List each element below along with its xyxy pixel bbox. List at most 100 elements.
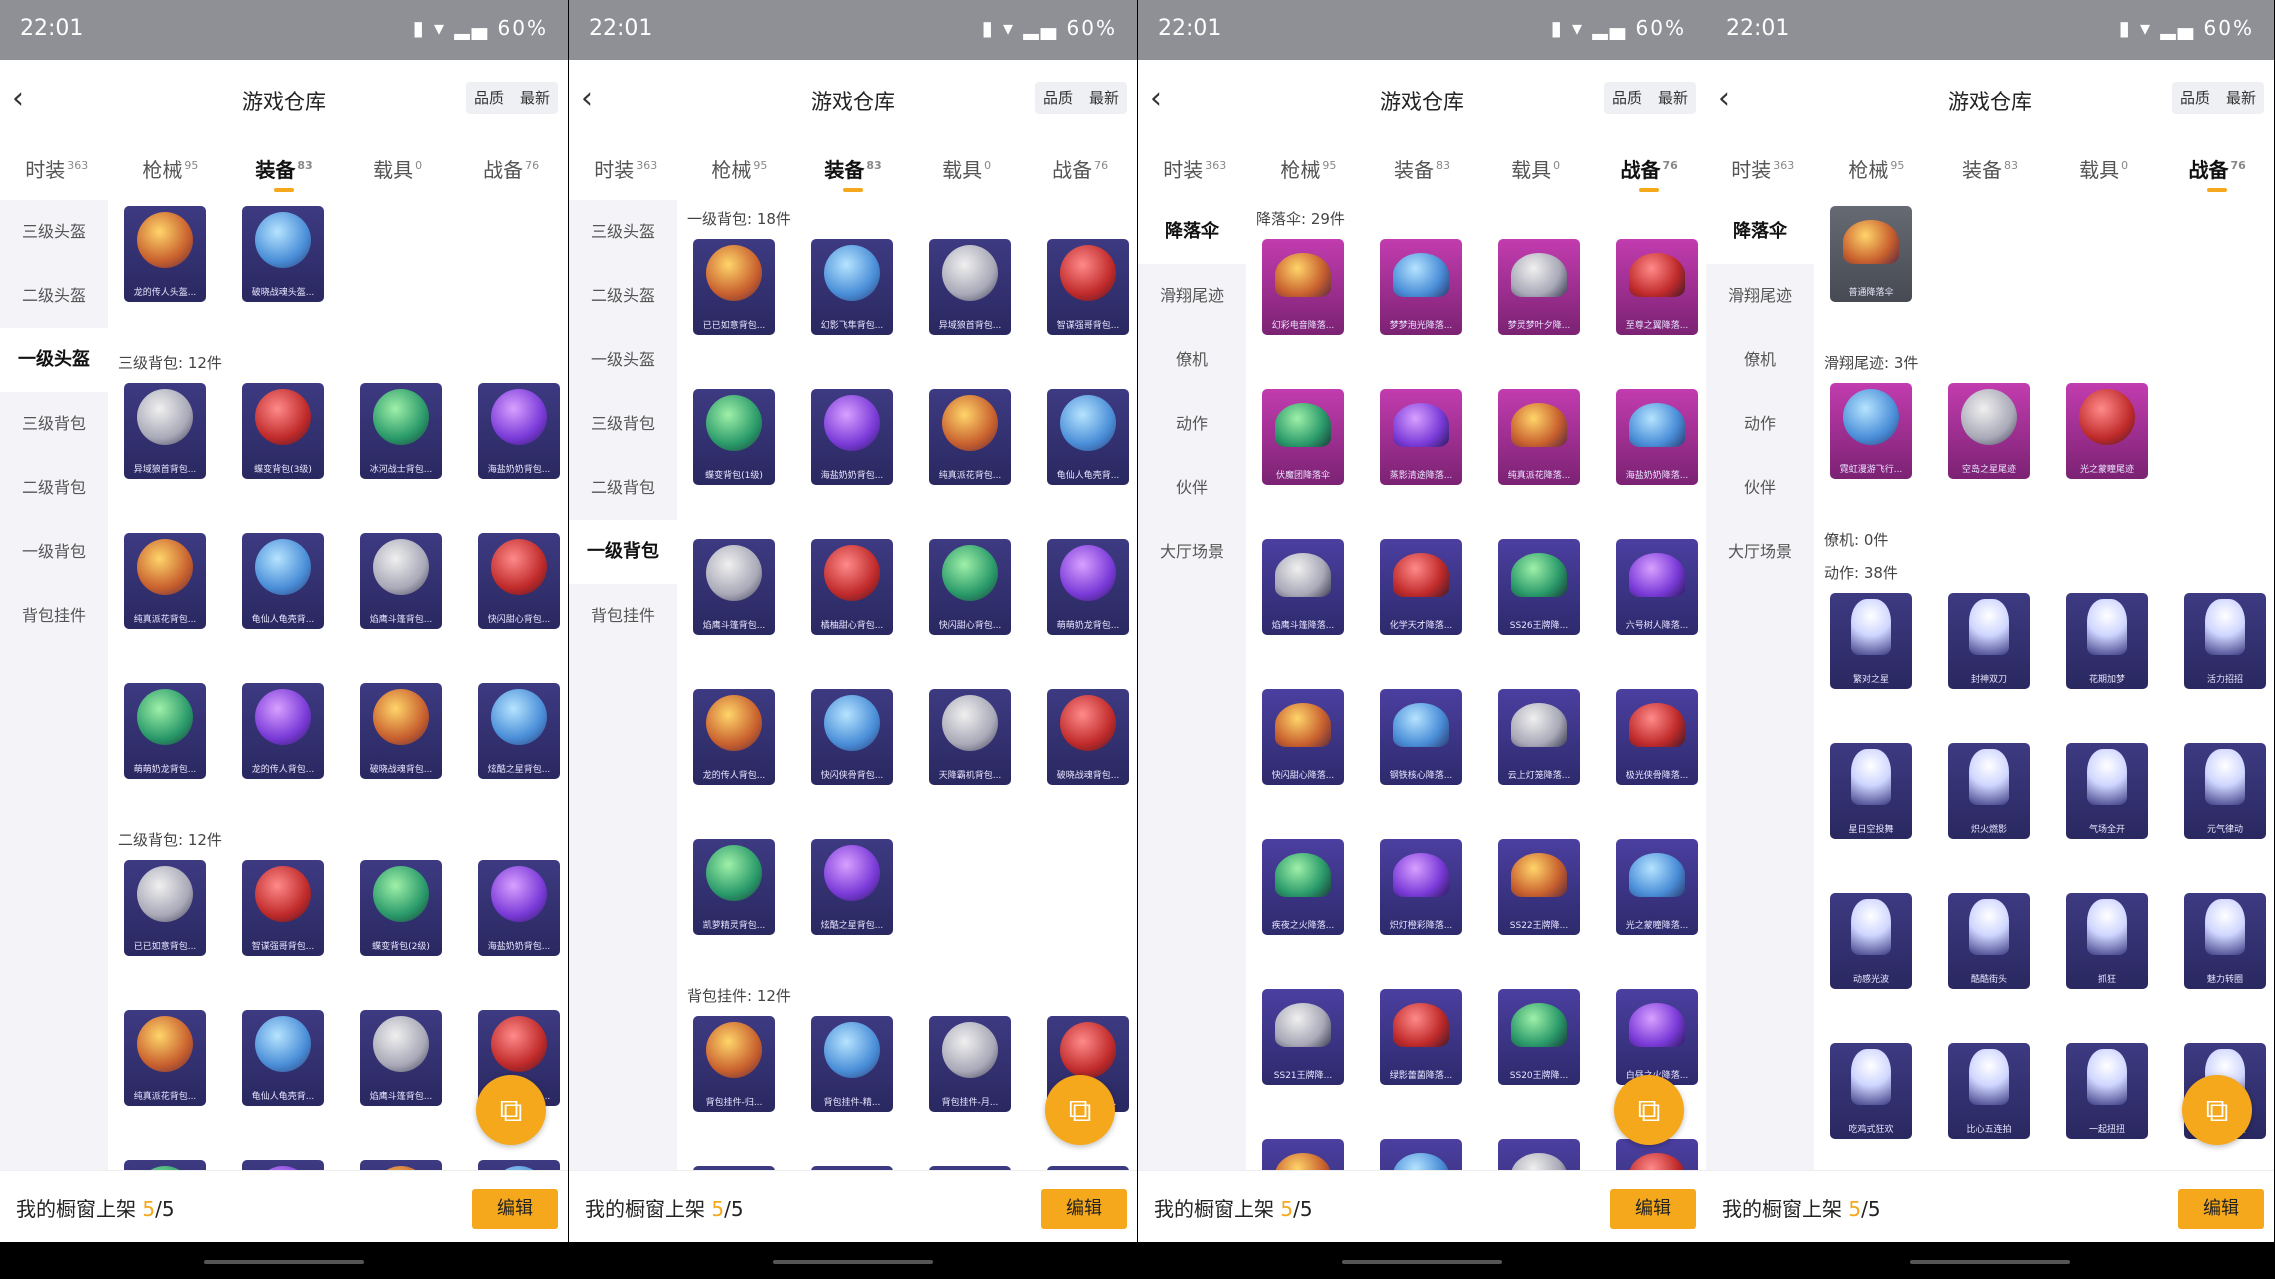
item-card[interactable]: 未来机甲背包... xyxy=(242,1160,324,1170)
item-card[interactable]: 月下萌宠降落... xyxy=(1262,1139,1344,1170)
item-card[interactable]: 比心五连拍 xyxy=(1948,1043,2030,1139)
item-card[interactable]: 橘柚甜心背包... xyxy=(811,539,893,635)
item-card[interactable]: 智谋强哥背包... xyxy=(1047,239,1129,335)
home-pill[interactable] xyxy=(1910,1260,2070,1264)
share-icon[interactable]: ⧉ xyxy=(1614,1075,1684,1145)
sort-latest-button[interactable]: 最新 xyxy=(1650,82,1696,114)
item-card[interactable]: 六号树人降落... xyxy=(1616,539,1698,635)
item-card[interactable]: 背包挂件-归... xyxy=(693,1016,775,1112)
sidebar-item[interactable]: 伙伴 xyxy=(1138,456,1246,520)
sidebar-item[interactable]: 降落伞 xyxy=(1138,200,1246,264)
item-card[interactable]: SS20王牌降... xyxy=(1498,989,1580,1085)
item-card[interactable]: 蝶舞翩翩降落... xyxy=(1498,1139,1580,1170)
sidebar-item[interactable]: 三级背包 xyxy=(569,392,677,456)
item-card[interactable]: 炽火燃影 xyxy=(1948,743,2030,839)
item-card[interactable]: 霓虹漫游飞行... xyxy=(1830,383,1912,479)
item-card[interactable]: 云上灯笼降落... xyxy=(1498,689,1580,785)
item-card[interactable]: 快闪甜心降落... xyxy=(1262,689,1344,785)
item-card[interactable]: 光之蒙瞳降落... xyxy=(1616,839,1698,935)
item-card[interactable]: 已已如意背包... xyxy=(693,239,775,335)
sidebar-item[interactable]: 二级头盔 xyxy=(569,264,677,328)
tab-4[interactable]: 战备 76 xyxy=(2160,140,2274,200)
tab-1[interactable]: 枪械 95 xyxy=(1820,140,1934,200)
item-card[interactable]: 梦梦泡光降落... xyxy=(1380,239,1462,335)
sidebar-item[interactable]: 二级背包 xyxy=(0,456,108,520)
item-card[interactable]: 焰鹰斗篷背包... xyxy=(360,1010,442,1106)
item-card[interactable]: 冰河战士背包... xyxy=(360,383,442,479)
item-card[interactable]: 炫酷之星背包... xyxy=(478,683,560,779)
home-pill[interactable] xyxy=(1342,1260,1502,1264)
item-card[interactable]: 梦灵梦叶夕降... xyxy=(1498,239,1580,335)
item-card[interactable]: 焰鹰斗篷降落... xyxy=(1262,539,1344,635)
item-card[interactable]: SS21王牌降... xyxy=(1262,989,1344,1085)
item-card[interactable]: 炫酷之星背包... xyxy=(478,1160,560,1170)
item-card[interactable]: SS26王牌降... xyxy=(1498,539,1580,635)
sidebar-item[interactable]: 背包挂件 xyxy=(569,584,677,648)
item-card[interactable]: 萌萌奶龙背包... xyxy=(1047,539,1129,635)
item-card[interactable]: 海盐奶奶背包... xyxy=(478,383,560,479)
tab-4[interactable]: 战备 76 xyxy=(1592,140,1706,200)
item-card[interactable]: 光之蒙瞳尾迹 xyxy=(2066,383,2148,479)
sidebar-item[interactable]: 大厅场景 xyxy=(1138,520,1246,584)
item-card[interactable]: 天降霸机背包... xyxy=(929,689,1011,785)
sidebar-item[interactable]: 滑翔尾迹 xyxy=(1138,264,1246,328)
item-card[interactable]: 海盐奶奶背包... xyxy=(811,389,893,485)
item-card[interactable]: 封神双刀 xyxy=(1948,593,2030,689)
edit-button[interactable]: 编辑 xyxy=(2178,1189,2264,1229)
item-card[interactable]: 龟仙人龟壳背... xyxy=(242,1010,324,1106)
item-card[interactable]: 海盐奶奶背包... xyxy=(478,860,560,956)
item-card[interactable]: 白昼之火降落... xyxy=(1616,989,1698,1085)
item-card[interactable]: 纯真派花背包... xyxy=(124,533,206,629)
sidebar-item[interactable]: 大厅场景 xyxy=(1706,520,1814,584)
sidebar-item[interactable]: 动作 xyxy=(1706,392,1814,456)
item-card[interactable]: 龙的传人背包... xyxy=(242,683,324,779)
item-card[interactable]: SS22王牌降... xyxy=(1498,839,1580,935)
sidebar-item[interactable]: 伙伴 xyxy=(1706,456,1814,520)
sort-quality-button[interactable]: 品质 xyxy=(2172,82,2218,114)
sidebar-item[interactable]: 三级头盔 xyxy=(569,200,677,264)
item-card[interactable]: 空岛之星尾迹 xyxy=(1948,383,2030,479)
item-card[interactable]: 星日空投舞 xyxy=(1830,743,1912,839)
item-card[interactable]: 快闪甜心背包... xyxy=(478,533,560,629)
home-pill[interactable] xyxy=(773,1260,933,1264)
item-card[interactable]: 异域狼首背包... xyxy=(124,383,206,479)
sidebar-item[interactable]: 僚机 xyxy=(1138,328,1246,392)
sidebar-item[interactable]: 降落伞 xyxy=(1706,200,1814,264)
tab-1[interactable]: 枪械 95 xyxy=(1252,140,1366,200)
tab-0[interactable]: 时装 363 xyxy=(1138,140,1252,200)
item-card[interactable]: 蝶变背包(1级) xyxy=(693,389,775,485)
sidebar-item[interactable]: 一级头盔 xyxy=(569,328,677,392)
tab-2[interactable]: 装备 83 xyxy=(796,140,910,200)
item-card[interactable]: 炽灯橙彩降落... xyxy=(1380,839,1462,935)
edit-button[interactable]: 编辑 xyxy=(472,1189,558,1229)
item-card[interactable]: 破晓战魂背包... xyxy=(360,683,442,779)
item-card[interactable]: 异域狼首背包... xyxy=(929,239,1011,335)
sort-latest-button[interactable]: 最新 xyxy=(512,82,558,114)
item-card[interactable]: 动感光波 xyxy=(1830,893,1912,989)
item-card[interactable]: 勇者同行降落... xyxy=(1380,1139,1462,1170)
item-card[interactable]: 破晓战魂背包... xyxy=(1047,689,1129,785)
tab-3[interactable]: 载具 0 xyxy=(1479,140,1593,200)
item-card[interactable]: 幻影飞隼背包... xyxy=(811,239,893,335)
tab-0[interactable]: 时装 363 xyxy=(569,140,683,200)
item-card[interactable]: 龟仙人龟壳背... xyxy=(242,533,324,629)
sidebar-item[interactable]: 三级背包 xyxy=(0,392,108,456)
item-card[interactable]: 极光侠骨降落... xyxy=(1616,689,1698,785)
item-card[interactable]: 智谋强哥背包... xyxy=(242,860,324,956)
sort-quality-button[interactable]: 品质 xyxy=(1035,82,1081,114)
item-card[interactable]: 快闪甜心背包... xyxy=(929,539,1011,635)
item-card[interactable]: 快闪侠骨背包... xyxy=(811,689,893,785)
item-card[interactable]: 化学天才降落... xyxy=(1380,539,1462,635)
sidebar-item[interactable]: 一级背包 xyxy=(0,520,108,584)
sort-quality-button[interactable]: 品质 xyxy=(466,82,512,114)
item-card[interactable]: 纯真派花背包... xyxy=(124,1010,206,1106)
tab-1[interactable]: 枪械 95 xyxy=(114,140,228,200)
share-icon[interactable]: ⧉ xyxy=(476,1075,546,1145)
item-card[interactable]: 蒸影清途降落... xyxy=(1380,389,1462,485)
tab-2[interactable]: 装备 83 xyxy=(1933,140,2047,200)
sort-quality-button[interactable]: 品质 xyxy=(1604,82,1650,114)
item-card[interactable]: 凯萝精灵背包... xyxy=(693,839,775,935)
sidebar-item[interactable]: 一级背包 xyxy=(569,520,677,584)
item-card[interactable]: 吃鸡式狂欢 xyxy=(1830,1043,1912,1139)
tab-1[interactable]: 枪械 95 xyxy=(683,140,797,200)
